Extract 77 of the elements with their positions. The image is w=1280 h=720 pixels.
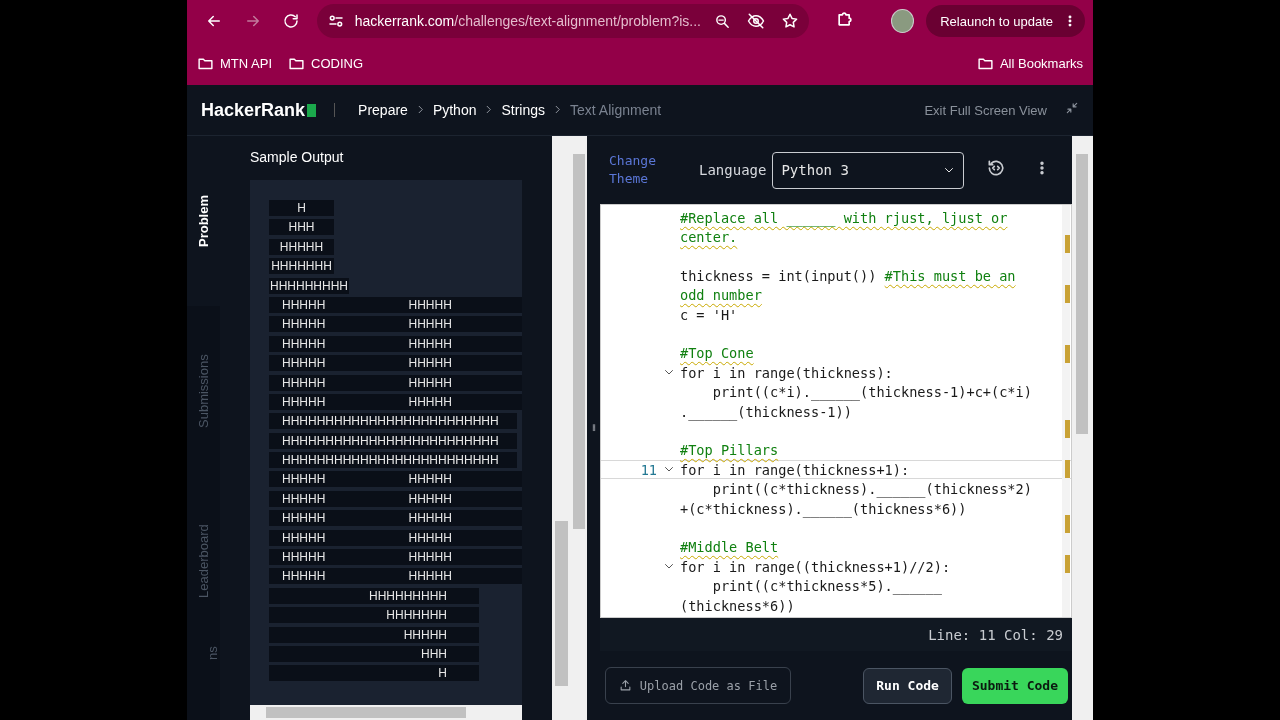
output-text: HHHHH xyxy=(281,511,327,526)
code-comment: #Top Pillars xyxy=(680,442,779,459)
code-text: print((c*i).______(thickness-1)+c+(c*i) xyxy=(711,384,1032,401)
output-text: HHHHH xyxy=(407,491,453,506)
code-text: .______(thickness-1)) xyxy=(680,403,852,420)
code-text: +(c*thickness).______(thickness*6)) xyxy=(680,500,967,517)
output-text: HHHHH xyxy=(407,550,453,565)
output-text: HHHHH xyxy=(281,356,327,371)
code-comment: #Replace all ______ with rjust, ljust or xyxy=(680,209,1008,226)
bookmark[interactable]: CODING xyxy=(288,55,363,72)
output-text: HHHHH xyxy=(407,569,453,584)
code-text: (thickness*6)) xyxy=(680,597,795,614)
upload-icon xyxy=(618,679,632,692)
relaunch-button[interactable]: Relaunch to update xyxy=(926,5,1085,37)
breadcrumb-link[interactable]: Text Alignment xyxy=(570,102,662,118)
horizontal-scrollbar[interactable] xyxy=(250,705,522,720)
output-text: HHHHH xyxy=(407,375,453,390)
output-text: HHHHH xyxy=(281,336,327,351)
breadcrumb-link[interactable]: Strings xyxy=(501,102,546,118)
code-text: print((c*thickness).______(thickness*2) xyxy=(711,481,1032,498)
all-bookmarks[interactable]: All Bookmarks xyxy=(976,55,1083,72)
output-text: HHHHH xyxy=(281,491,327,506)
exit-full-screen-link[interactable]: Exit Full Screen View xyxy=(924,102,1047,118)
output-text: HHHHH xyxy=(281,569,327,584)
star-icon[interactable] xyxy=(781,12,800,30)
output-text: HHHHH xyxy=(407,356,453,371)
code-comment: #Top Cone xyxy=(680,345,754,362)
change-theme-link[interactable]: Change Theme xyxy=(609,152,699,188)
upload-button[interactable]: Upload Code as File xyxy=(605,667,791,704)
breadcrumb-link[interactable]: Prepare xyxy=(358,102,408,118)
eye-off-icon[interactable] xyxy=(747,12,766,30)
code-text: for i in range(thickness): xyxy=(680,364,893,381)
output-text: HHHHH xyxy=(407,297,453,312)
output-text: HHHHH xyxy=(407,530,453,545)
output-text: HHHHH xyxy=(407,472,453,487)
cursor-position: Line: 11 Col: 29 xyxy=(600,618,1072,651)
breadcrumb-link[interactable]: Python xyxy=(432,102,477,118)
section-title: Sample Output xyxy=(250,149,345,165)
output-text: HHHHH xyxy=(281,394,327,409)
address-bar[interactable]: hackerrank.com/challenges/text-alignment/problem?is... xyxy=(316,4,810,38)
output-text: HHHHH xyxy=(407,336,453,351)
run-code-button[interactable]: Run Code xyxy=(863,667,952,704)
zoom-icon[interactable] xyxy=(714,12,732,30)
bookmark[interactable]: MTN API xyxy=(197,55,272,72)
profile-avatar[interactable] xyxy=(891,9,915,33)
vertical-scrollbar[interactable] xyxy=(1072,136,1093,720)
code-text: for i in range((thickness+1)//2): xyxy=(680,558,951,575)
output-text: HHHHH xyxy=(281,317,327,332)
site-settings-icon[interactable] xyxy=(326,12,345,30)
language-label: Language xyxy=(699,162,767,178)
reload-icon[interactable] xyxy=(282,12,301,30)
code-comment: odd number xyxy=(680,287,762,304)
code-text: c = 'H' xyxy=(680,306,738,323)
output-text: HHHHH xyxy=(407,394,453,409)
reset-icon[interactable] xyxy=(986,158,1007,178)
logo[interactable]: HackerRank xyxy=(201,99,306,121)
code-text: thickness = int(input()) xyxy=(680,267,878,284)
output-text: HHHHH xyxy=(281,297,327,312)
line-number: 11 xyxy=(639,461,657,478)
side-tab[interactable]: Problem xyxy=(187,136,220,306)
output-text: HHHHH xyxy=(407,511,453,526)
code-text: print((c*thickness*5).______ xyxy=(711,578,942,595)
code-comment: #Middle Belt xyxy=(680,539,779,556)
code-comment: center. xyxy=(680,229,738,246)
output-text: HHHHH xyxy=(281,550,327,565)
output-text: HHHHH xyxy=(281,472,327,487)
output-text: HHHHH xyxy=(281,375,327,390)
code-text: for i in range(thickness+1): xyxy=(680,461,910,478)
language-select[interactable]: Python 3 xyxy=(772,151,965,189)
code-comment: #This must be an xyxy=(884,267,1016,284)
collapse-icon[interactable] xyxy=(1065,101,1079,115)
submit-code-button[interactable]: Submit Code xyxy=(961,667,1068,704)
code-editor[interactable] xyxy=(600,204,1072,618)
logo-square-icon xyxy=(307,103,317,117)
vertical-scrollbar[interactable] xyxy=(552,136,587,720)
output-text: HHHHH xyxy=(407,317,453,332)
output-text: HHHHH xyxy=(281,530,327,545)
